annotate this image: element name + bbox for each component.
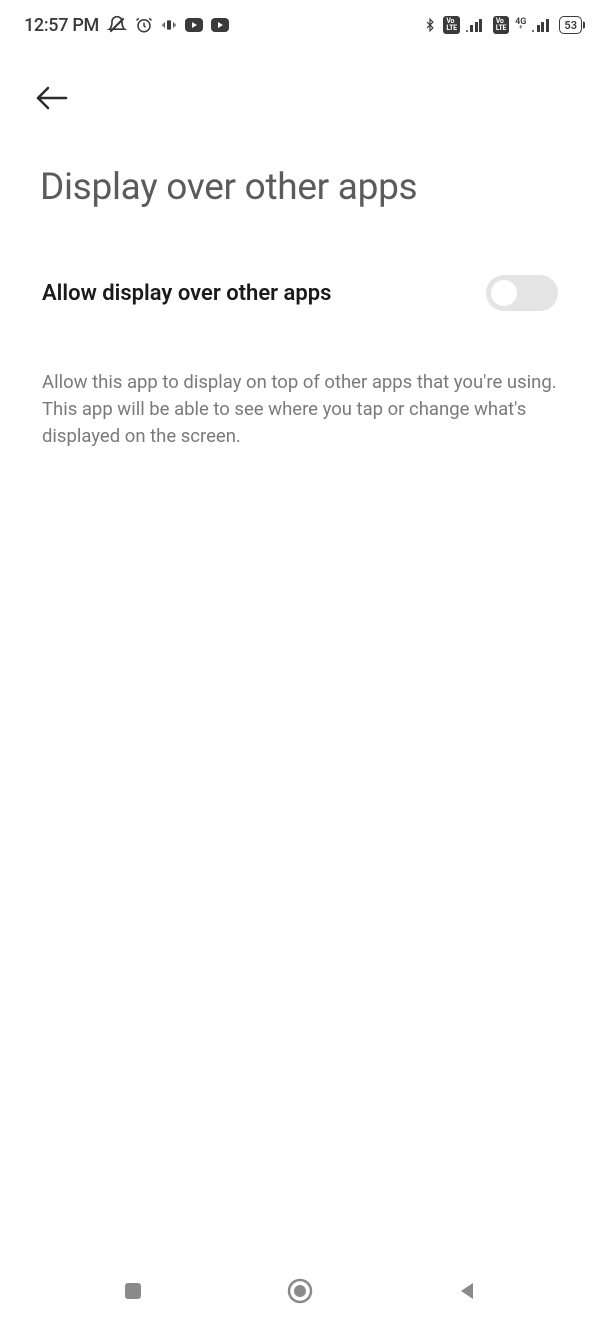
setting-label: Allow display over other apps (42, 281, 331, 306)
volte-badge-sim2: VoLTE (493, 16, 509, 34)
youtube-icon (185, 18, 203, 32)
toggle-knob (491, 280, 517, 306)
setting-description: Allow this app to display on top of othe… (0, 311, 600, 449)
toolbar (0, 44, 600, 116)
alarm-icon (135, 16, 153, 34)
setting-row: Allow display over other apps (0, 209, 600, 311)
mute-icon (107, 15, 127, 35)
page-title: Display over other apps (0, 116, 600, 209)
youtube-icon (211, 18, 229, 32)
allow-display-toggle[interactable] (486, 275, 558, 311)
battery-level: 53 (564, 20, 577, 31)
volte-badge-sim1: VoLTE (443, 16, 459, 34)
back-button[interactable] (34, 84, 70, 112)
status-bar: 12:57 PM VoL (0, 0, 600, 44)
signal-bars-sim1 (466, 18, 487, 32)
nav-recent-button[interactable] (111, 1269, 155, 1313)
bluetooth-icon (423, 16, 437, 34)
signal-bars-sim2 (532, 18, 553, 32)
nav-back-button[interactable] (445, 1269, 489, 1313)
nav-home-button[interactable] (276, 1267, 324, 1315)
battery-indicator: 53 (559, 16, 582, 34)
nav-bar (0, 1259, 600, 1333)
network-type: 4G+ (515, 19, 526, 31)
status-time: 12:57 PM (24, 15, 99, 36)
status-right-cluster: VoLTE VoLTE 4G+ 53 (423, 16, 582, 34)
status-left-cluster: 12:57 PM (24, 15, 229, 36)
vibrate-icon (161, 17, 177, 33)
